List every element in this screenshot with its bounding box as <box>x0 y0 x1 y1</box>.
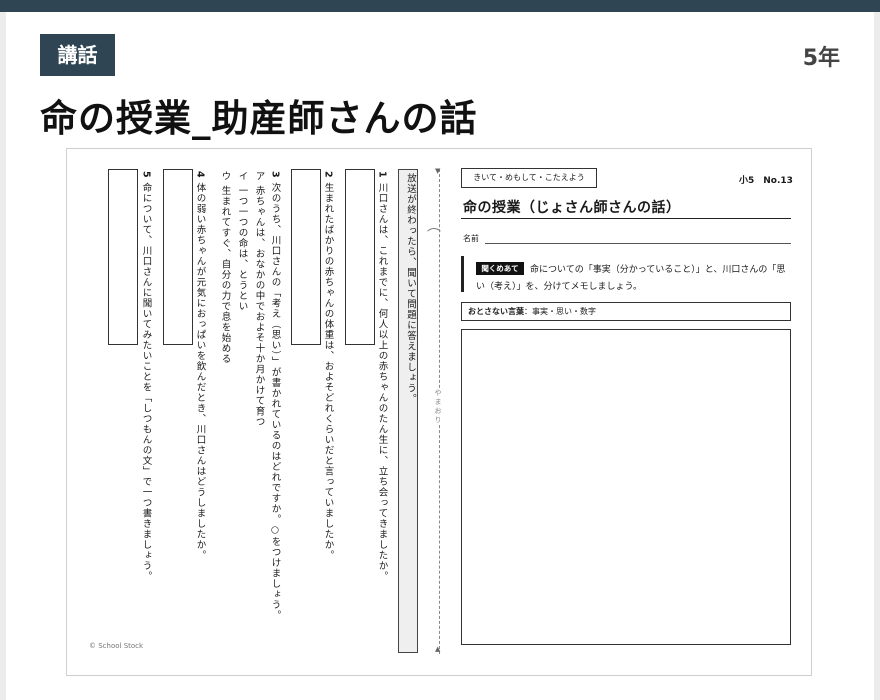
listen-goal-badge: 聞くめあて <box>476 262 524 275</box>
name-field[interactable] <box>485 243 791 244</box>
option-a-label: ア <box>253 171 265 182</box>
question-5-text: 命について、川口さんに聞いてみたいことを「しつもんの文」で一つ書きましょう。 <box>140 182 152 582</box>
option-a[interactable]: ア 赤ちゃんは、おなかの中でおよそ十か月かけて育つ <box>253 171 265 428</box>
worksheet-title: 命の授業（じょさん師さんの話） <box>463 200 681 216</box>
question-4-text: 体の弱い赤ちゃんが元気におっぱいを飲んだとき、川口さんはどうしましたか。 <box>194 182 206 561</box>
answer-box-1[interactable] <box>345 169 375 345</box>
memo-area[interactable] <box>461 329 791 645</box>
answer-box-4[interactable] <box>163 169 193 345</box>
key-words-text: ：事実・思い・数字 <box>524 307 596 316</box>
question-5: 5 命について、川口さんに聞いてみたいことを「しつもんの文」で一つ書きましょう。 <box>140 171 152 582</box>
listen-goal-text-1: 命についての「事実（分かっていること）」と、川口さんの「思 <box>530 265 786 275</box>
key-words-label: おとさない言葉 <box>468 307 524 316</box>
option-i-text: 一つ一つの命は、とうとい <box>236 185 248 312</box>
listen-instruction-box: きいて・めもして・こたえよう <box>461 168 597 188</box>
question-4: 4 体の弱い赤ちゃんが元気におっぱいを飲んだとき、川口さんはどうしましたか。 <box>194 171 206 561</box>
listen-goal-bar <box>461 256 464 292</box>
question-2-number: 2 <box>322 171 334 179</box>
grade-label: 5年 <box>802 46 840 71</box>
question-3-number: 3 <box>269 171 281 179</box>
option-a-text: 赤ちゃんは、おなかの中でおよそ十か月かけて育つ <box>253 185 265 428</box>
option-i-label: イ <box>236 171 248 182</box>
answer-box-2[interactable] <box>291 169 321 345</box>
question-4-number: 4 <box>194 171 206 179</box>
option-i[interactable]: イ 一つ一つの命は、とうとい <box>236 171 248 312</box>
page-title: 命の授業_助産師さんの話 <box>40 97 478 140</box>
copyright: © School Stock <box>89 642 144 650</box>
answer-box-5[interactable] <box>108 169 138 345</box>
option-u-label: ウ <box>219 171 231 182</box>
top-bar <box>0 0 880 12</box>
listen-goal-text-2: い（考え）」を、分けてメモしましょう。 <box>476 282 642 292</box>
question-1-number: 1 <box>376 171 388 179</box>
question-3-text: 次のうち、川口さんの「考え（思い）」が書かれているのはどれですか。○をつけましょ… <box>269 182 281 621</box>
option-u-text: 生まれてすぐ、自分の力で息を始める <box>219 185 231 365</box>
question-2-text: 生まれたばかりの赤ちゃんの体重は、およそどれくらいだと言っていましたか。 <box>322 182 334 561</box>
title-underline <box>461 218 791 219</box>
fold-arrow-down-icon: ▲ <box>435 645 441 653</box>
fold-label: やまおり <box>433 389 443 425</box>
worksheet-number: 小5 No.13 <box>739 176 793 186</box>
question-1: 1 川口さんは、これまでに、何人以上の赤ちゃんのたん生に、立ち会ってきましたか。 <box>376 171 388 582</box>
fold-mark-icon: ⌒ <box>427 228 441 244</box>
key-words-box: おとさない言葉：事実・思い・数字 <box>461 302 791 321</box>
question-1-text: 川口さんは、これまでに、何人以上の赤ちゃんのたん生に、立ち会ってきましたか。 <box>376 182 388 582</box>
worksheet-preview: 放送が終わったら、聞いて問題に答えましょう。 1 川口さんは、これまでに、何人以… <box>66 148 812 676</box>
question-3: 3 次のうち、川口さんの「考え（思い）」が書かれているのはどれですか。○をつけま… <box>269 171 281 621</box>
instruction-text: 放送が終わったら、聞いて問題に答えましょう。 <box>405 173 416 404</box>
fold-arrow-up-icon: ▼ <box>435 167 441 175</box>
name-label: 名前 <box>463 234 479 243</box>
option-u[interactable]: ウ 生まれてすぐ、自分の力で息を始める <box>219 171 231 365</box>
question-2: 2 生まれたばかりの赤ちゃんの体重は、およそどれくらいだと言っていましたか。 <box>322 171 334 561</box>
category-tag: 講話 <box>40 34 115 76</box>
question-5-number: 5 <box>140 171 152 179</box>
